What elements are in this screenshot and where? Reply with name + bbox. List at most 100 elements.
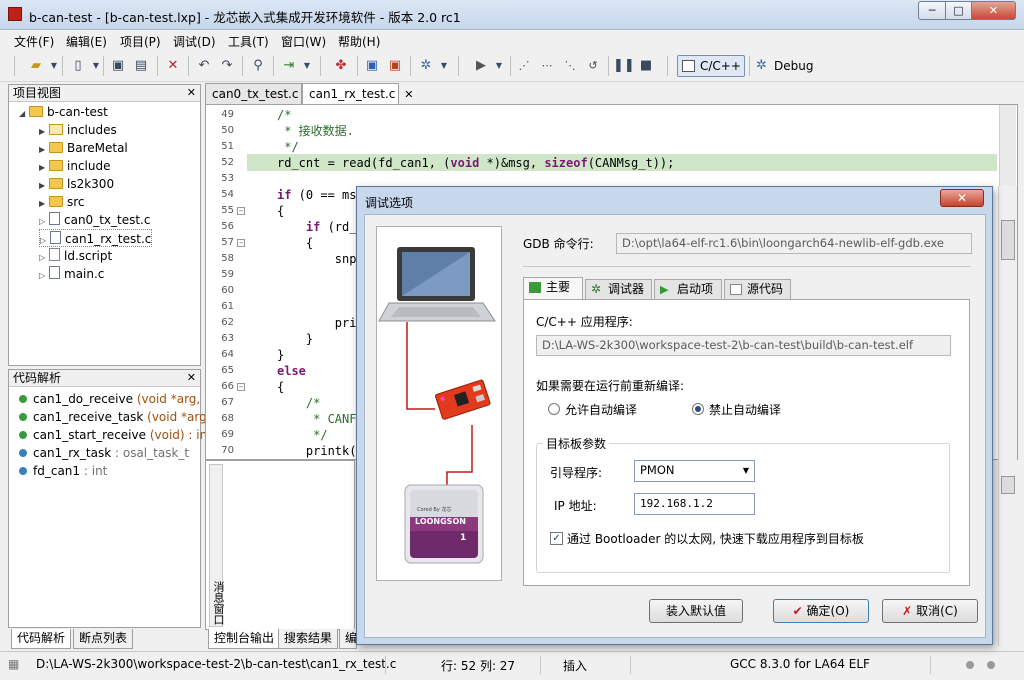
tree-root[interactable]: ◢ b-can-test [19,103,108,121]
tab-startup[interactable]: ▶ 启动项 [654,279,722,300]
menu-help[interactable]: 帮助(H) [338,33,380,50]
perspective-debug-button[interactable]: ✲ Debug [756,55,822,77]
line-number: 57 [221,237,234,248]
menu-tools[interactable]: 工具(T) [228,33,269,50]
tree-item-ld-script[interactable]: ▷ ld.script [39,247,112,265]
tree-item-can1-rx[interactable]: ▷ can1_rx_test.c [39,229,153,247]
outline-item[interactable]: can1_receive_task (void *arg) : v [19,408,230,426]
stop-icon[interactable]: ■ [636,56,656,76]
dropdown-arrow-icon[interactable]: ▼ [44,56,64,76]
right-vertical-scrollbar[interactable] [998,186,1017,646]
tab-source-code[interactable]: 源代码 [724,279,791,300]
outline-item[interactable]: can1_rx_task : osal_task_t [19,444,189,462]
tab-more[interactable]: 编 [339,629,357,649]
build-icon[interactable]: ▣ [362,56,382,76]
outline-item[interactable]: fd_can1 : int [19,462,107,480]
menu-window[interactable]: 窗口(W) [281,33,326,50]
open-folder-icon[interactable]: ▰ [26,56,46,76]
search-icon[interactable]: ⚲ [248,56,268,76]
bootloader-select[interactable]: PMON ▼ [634,460,755,482]
tab-console-output[interactable]: 控制台输出 [208,629,281,649]
tree-item-can0-tx[interactable]: ▷ can0_tx_test.c [39,211,150,229]
target-board-group: 目标板参数 引导程序: PMON ▼ IP 地址: 192.168.1.2 ✓ … [536,435,950,573]
tab-can0-tx-test[interactable]: can0_tx_test.c [205,83,302,104]
close-icon[interactable]: ✕ [187,370,196,386]
tree-item-baremetal[interactable]: ▶ BareMetal [39,139,128,157]
new-file-icon[interactable]: ▯ [68,56,88,76]
ok-button[interactable]: ✔ 确定(O) [773,599,869,623]
step-out-icon[interactable]: ⋱ [560,56,580,76]
fold-toggle-icon[interactable]: − [237,383,245,391]
tab-debugger[interactable]: ✲ 调试器 [585,279,652,300]
function-icon [19,431,27,439]
line-number: 63 [221,333,234,344]
line-number: 61 [221,301,234,312]
tree-item-src[interactable]: ▶ src [39,193,85,211]
ip-address-input[interactable]: 192.168.1.2 [634,493,755,515]
dropdown-arrow-icon[interactable]: ▼ [434,56,454,76]
save-all-icon[interactable]: ▤ [131,56,151,76]
save-icon[interactable]: ▣ [108,56,128,76]
outline-item[interactable]: can1_start_receive (void) : int [19,426,212,444]
close-file-icon[interactable]: ✕ [163,56,183,76]
fold-toggle-icon[interactable]: − [237,207,245,215]
run-icon[interactable]: ▶ [471,56,491,76]
radio-allow-autobuild[interactable] [548,403,560,415]
tab-can1-rx-test[interactable]: can1_rx_test.c ✕ [302,83,413,105]
message-panel-title-strip: 消息窗口 [209,464,225,627]
cancel-button[interactable]: ✗ 取消(C) [882,599,978,623]
rebuild-label: 如果需要在运行前重新编译: [536,379,685,393]
dialog-close-button[interactable]: ✕ [940,189,984,207]
rebuild-icon[interactable]: ▣ [385,56,405,76]
close-icon[interactable]: ✕ [187,85,196,101]
menu-debug[interactable]: 调试(D) [173,33,216,50]
menu-project[interactable]: 项目(P) [120,33,161,50]
undo-icon[interactable]: ↶ [194,56,214,76]
debugger-gear-icon: ✲ [591,282,602,296]
radio-deny-autobuild[interactable] [692,403,704,415]
step-over-icon[interactable]: ⋯ [537,56,557,76]
code-line: /* [277,108,292,122]
step-into-icon[interactable]: ⋰ [514,56,534,76]
title-bar: b-can-test - [b-can-test.lxp] - 龙芯嵌入式集成开… [0,0,1024,30]
folder-icon [49,178,63,189]
includes-icon [49,124,63,135]
dropdown-arrow-icon[interactable]: ▼ [489,56,509,76]
step-return-icon[interactable]: ↺ [583,56,603,76]
line-number: 69 [221,429,234,440]
tree-item-include[interactable]: ▶ include [39,157,110,175]
minimize-button[interactable]: ─ [918,1,946,20]
tab-breakpoints[interactable]: 断点列表 [73,629,134,649]
code-line: pri [277,316,357,330]
status-compiler: GCC 8.3.0 for LA64 ELF [730,657,870,671]
tab-outline[interactable]: 代码解析 [11,629,72,649]
pause-icon[interactable]: ❚❚ [613,56,635,76]
dropdown-arrow-icon[interactable]: ▼ [297,56,317,76]
outline-item[interactable]: can1_do_receive (void *arg, int [19,390,220,408]
fast-download-checkbox[interactable]: ✓ [550,532,563,545]
folder-icon [49,160,63,171]
build-targets-icon[interactable]: ✤ [331,56,351,76]
menu-file[interactable]: 文件(F) [14,33,54,50]
fold-toggle-icon[interactable]: − [237,239,245,247]
perspective-cpp-button[interactable]: C/C++ [677,55,745,77]
application-path-field[interactable]: D:\LA-WS-2k300\workspace-test-2\b-can-te… [536,335,951,356]
scrollbar-thumb[interactable] [1001,476,1015,494]
load-defaults-button[interactable]: 装入默认值 [649,599,743,623]
line-number: 55 [221,205,234,216]
menu-edit[interactable]: 编辑(E) [66,33,107,50]
close-icon[interactable]: ✕ [404,88,413,101]
import-icon[interactable]: ⇥ [279,56,299,76]
redo-icon[interactable]: ↷ [217,56,237,76]
maximize-button[interactable]: □ [945,1,972,20]
gdb-command-field[interactable]: D:\opt\la64-elf-rc1.6\bin\loongarch64-ne… [616,233,972,254]
tab-search-results[interactable]: 搜索结果 [278,629,339,649]
menu-bar: 文件(F) 编辑(E) 项目(P) 调试(D) 工具(T) 窗口(W) 帮助(H… [0,30,1024,50]
settings-gear-icon[interactable]: ✲ [416,56,436,76]
close-window-button[interactable]: ✕ [971,1,1016,20]
tree-item-main-c[interactable]: ▷ main.c [39,265,104,283]
tree-item-ls2k300[interactable]: ▶ ls2k300 [39,175,114,193]
scrollbar-thumb[interactable] [1001,220,1015,260]
tree-item-includes[interactable]: ▶ includes [39,121,117,139]
tab-main[interactable]: 主要 [523,277,583,299]
